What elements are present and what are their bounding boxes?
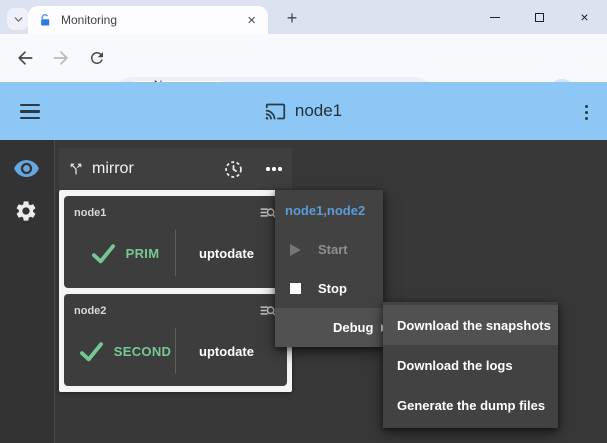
mirror-widget: mirror node1 bbox=[59, 148, 292, 392]
cast-icon bbox=[265, 101, 286, 122]
tab-search-button[interactable] bbox=[7, 8, 29, 30]
menu-item-label: Stop bbox=[318, 281, 347, 296]
maximize-icon bbox=[535, 13, 544, 22]
submenu-item-download-logs[interactable]: Download the logs bbox=[383, 345, 558, 385]
node-status: uptodate bbox=[199, 246, 254, 261]
open-lock-favicon-icon bbox=[38, 13, 53, 28]
browser-tab[interactable]: Monitoring × bbox=[28, 6, 268, 34]
menu-item-debug[interactable]: Debug bbox=[275, 308, 383, 347]
eye-icon bbox=[13, 155, 40, 182]
node-status: uptodate bbox=[199, 344, 254, 359]
app-title-group: node1 bbox=[0, 82, 607, 140]
window-minimize-button[interactable] bbox=[472, 0, 517, 34]
tab-strip: Monitoring × + × bbox=[0, 0, 607, 34]
status-cell: uptodate bbox=[176, 344, 277, 359]
card-body: SECOND uptodate bbox=[74, 323, 277, 379]
check-icon bbox=[90, 240, 117, 267]
context-menu-header: node1,node2 bbox=[275, 190, 383, 230]
submenu-item-generate-dump[interactable]: Generate the dump files bbox=[383, 385, 558, 425]
browser-window: Monitoring × + × Non sécurisé 10.0.0.107… bbox=[0, 0, 607, 443]
menu-item-label: Debug bbox=[333, 320, 373, 335]
card-body: PRIM uptodate bbox=[74, 225, 277, 281]
minimize-icon bbox=[490, 17, 500, 18]
app-title: node1 bbox=[295, 101, 342, 121]
node-name: node2 bbox=[74, 305, 106, 317]
forward-arrow-icon bbox=[51, 48, 71, 68]
play-icon bbox=[290, 244, 303, 256]
reload-button[interactable] bbox=[84, 45, 110, 71]
menu-item-label: Start bbox=[318, 242, 348, 257]
debug-submenu: Download the snapshots Download the logs… bbox=[383, 302, 558, 428]
menu-item-stop[interactable]: Stop bbox=[275, 269, 383, 308]
sidebar bbox=[0, 140, 55, 443]
nodes-frame: node1 PRIM uptodate bbox=[59, 190, 292, 392]
page-content: mirror node1 bbox=[0, 140, 607, 443]
visibility-eye-button[interactable] bbox=[13, 155, 40, 187]
menu-item-start[interactable]: Start bbox=[275, 230, 383, 269]
card-header: node2 bbox=[74, 302, 277, 320]
more-horiz-menu-icon[interactable] bbox=[264, 163, 284, 175]
submenu-item-label: Download the logs bbox=[397, 358, 513, 373]
node-card: node1 PRIM uptodate bbox=[64, 196, 287, 288]
node-name: node1 bbox=[74, 207, 106, 219]
history-button[interactable] bbox=[223, 159, 244, 180]
role-cell: PRIM bbox=[74, 240, 175, 267]
history-clock-icon bbox=[223, 159, 244, 180]
back-arrow-icon bbox=[15, 48, 35, 68]
status-cell: uptodate bbox=[176, 246, 277, 261]
node-role: PRIM bbox=[126, 246, 160, 261]
settings-button[interactable] bbox=[14, 199, 38, 228]
window-controls: × bbox=[472, 0, 607, 34]
close-icon: × bbox=[580, 9, 588, 25]
tab-close-icon[interactable]: × bbox=[245, 13, 258, 28]
back-button[interactable] bbox=[12, 45, 38, 71]
card-header: node1 bbox=[74, 204, 277, 222]
window-maximize-button[interactable] bbox=[517, 0, 562, 34]
forward-button[interactable] bbox=[48, 45, 74, 71]
browser-toolbar: Non sécurisé 10.0.0.107:9010/co... bbox=[0, 34, 607, 82]
submenu-item-label: Generate the dump files bbox=[397, 398, 545, 413]
stop-square-icon bbox=[290, 283, 303, 294]
role-cell: SECOND bbox=[74, 338, 175, 365]
app-bar: node1 bbox=[0, 82, 607, 140]
node-role: SECOND bbox=[114, 344, 171, 359]
reload-icon bbox=[88, 49, 106, 67]
submenu-item-label: Download the snapshots bbox=[397, 318, 551, 333]
context-menu: node1,node2 Start Stop Debug bbox=[275, 190, 383, 347]
widget-title: mirror bbox=[92, 160, 134, 178]
window-close-button[interactable]: × bbox=[562, 0, 607, 34]
chevron-down-icon bbox=[12, 13, 25, 26]
app-menu-kebab-icon[interactable] bbox=[582, 102, 591, 123]
submenu-item-download-snapshots[interactable]: Download the snapshots bbox=[383, 305, 558, 345]
call-split-icon bbox=[68, 161, 84, 177]
check-icon bbox=[78, 338, 105, 365]
gear-icon bbox=[14, 199, 38, 223]
mirror-widget-header: mirror bbox=[59, 148, 292, 190]
new-tab-button[interactable]: + bbox=[280, 6, 304, 30]
node-card: node2 SECOND uptodate bbox=[64, 294, 287, 386]
tab-title: Monitoring bbox=[61, 13, 245, 27]
